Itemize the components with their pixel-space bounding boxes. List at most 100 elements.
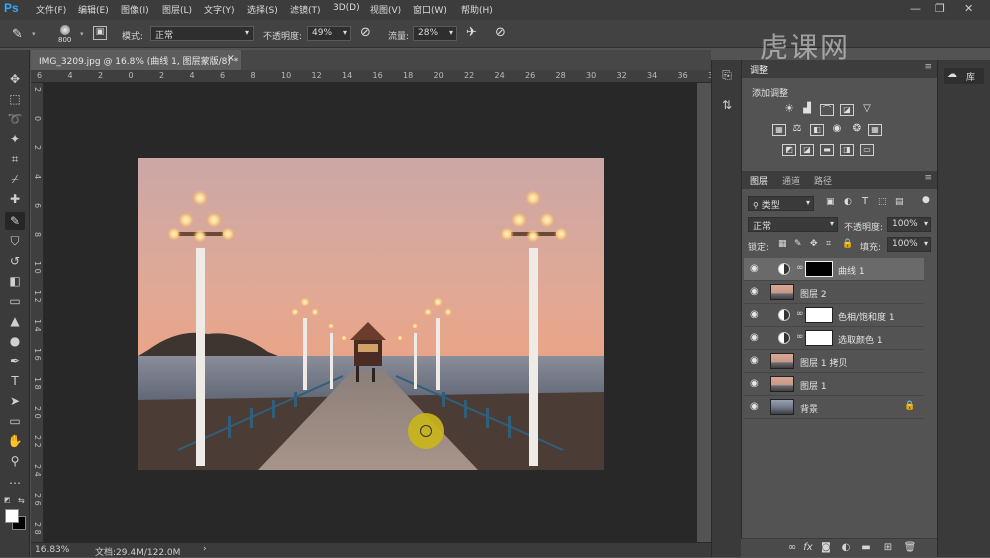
- layer-mask-thumbnail[interactable]: [805, 261, 833, 277]
- pen-tool-icon[interactable]: ✒: [5, 352, 25, 370]
- visibility-eye-icon[interactable]: ◉: [750, 333, 762, 343]
- marquee-tool-icon[interactable]: ⬚: [5, 90, 25, 108]
- fx-icon[interactable]: fx: [801, 542, 815, 554]
- visibility-eye-icon[interactable]: ◉: [750, 356, 762, 366]
- mode-select[interactable]: 正常 ▾: [150, 26, 254, 41]
- history-panel-icon[interactable]: ⎘: [719, 68, 735, 84]
- black-white-icon[interactable]: ◧: [810, 124, 824, 136]
- layer-row[interactable]: ◉ ∞ 色相/饱和度 1: [744, 304, 924, 327]
- trash-icon[interactable]: 🗑: [903, 542, 917, 554]
- tab-layers[interactable]: 图层: [750, 174, 768, 187]
- curves-icon[interactable]: ⌒: [820, 104, 834, 116]
- channel-mixer-icon[interactable]: ❂: [850, 124, 864, 136]
- brush-panel-toggle-icon[interactable]: ▣: [93, 26, 107, 40]
- brightness-icon[interactable]: ☀: [782, 103, 796, 116]
- mask-link-icon[interactable]: ∞: [796, 332, 804, 342]
- layer-thumbnail[interactable]: [770, 284, 794, 300]
- hand-tool-icon[interactable]: ✋: [5, 432, 25, 450]
- link-icon[interactable]: ∞: [785, 542, 799, 554]
- opacity-input[interactable]: 49% ▾: [307, 26, 351, 41]
- type-tool-icon[interactable]: T: [5, 372, 25, 390]
- lock-pixels-icon[interactable]: ✎: [794, 239, 802, 249]
- zoom-level[interactable]: 16.83%: [35, 545, 69, 555]
- restore-button[interactable]: ❐: [935, 2, 945, 15]
- panel-menu-icon[interactable]: ≡: [924, 173, 932, 183]
- magic-wand-icon[interactable]: ✦: [5, 130, 25, 148]
- close-window-button[interactable]: ✕: [964, 2, 973, 15]
- mask-link-icon[interactable]: ∞: [796, 263, 804, 273]
- blur-tool-icon[interactable]: ▲: [5, 312, 25, 330]
- clone-stamp-icon[interactable]: ⛉: [5, 232, 25, 250]
- default-colors-icon[interactable]: ◩: [4, 496, 11, 504]
- adjustment-icon[interactable]: ◐: [839, 542, 853, 554]
- photo-filter-icon[interactable]: ◉: [830, 124, 844, 136]
- filter-adjustment-icon[interactable]: ◐: [844, 197, 852, 207]
- close-tab-icon[interactable]: ×: [227, 53, 235, 64]
- menu-3d[interactable]: 3D(D): [333, 3, 360, 13]
- gradient-map-icon[interactable]: ▭: [860, 144, 874, 156]
- libraries-button[interactable]: ☁ 库: [944, 68, 984, 84]
- document-tab[interactable]: IMG_3209.jpg @ 16.8% (曲线 1, 图层蒙版/8) * ×: [31, 50, 241, 70]
- layer-row[interactable]: ◉ ∞ 曲线 1: [744, 258, 924, 281]
- document-image[interactable]: [138, 158, 604, 470]
- visibility-eye-icon[interactable]: ◉: [750, 287, 762, 297]
- zoom-tool-icon[interactable]: ⚲: [5, 452, 25, 470]
- more-tools-icon[interactable]: ⋯: [5, 474, 25, 492]
- filter-shape-icon[interactable]: ⬚: [878, 197, 887, 207]
- layer-row[interactable]: ◉ ∞ 选取颜色 1: [744, 327, 924, 350]
- lock-position-icon[interactable]: ✥: [810, 239, 818, 249]
- layer-thumbnail[interactable]: [770, 376, 794, 392]
- properties-panel-icon[interactable]: ⇅: [719, 98, 735, 114]
- posterize-icon[interactable]: ◪: [800, 144, 814, 156]
- healing-brush-icon[interactable]: ✚: [5, 190, 25, 208]
- visibility-eye-icon[interactable]: ◉: [750, 402, 762, 412]
- mask-link-icon[interactable]: ∞: [796, 309, 804, 319]
- hue-saturation-icon[interactable]: ▦: [772, 124, 786, 136]
- flow-input[interactable]: 28% ▾: [413, 26, 457, 41]
- layer-mask-thumbnail[interactable]: [805, 307, 833, 323]
- swap-colors-icon[interactable]: ⇆: [18, 496, 25, 505]
- layer-filter-select[interactable]: ⚲ 类型 ▾: [748, 196, 814, 211]
- path-selection-icon[interactable]: ➤: [5, 392, 25, 410]
- folder-icon[interactable]: ▬: [859, 542, 873, 554]
- tab-adjustments[interactable]: 调整: [750, 63, 768, 76]
- exposure-icon[interactable]: ◪: [840, 104, 854, 116]
- dodge-tool-icon[interactable]: ●: [5, 332, 25, 350]
- menu-layer[interactable]: 图层(L): [162, 3, 192, 16]
- mask-icon[interactable]: ◙: [819, 542, 833, 554]
- menu-select[interactable]: 选择(S): [247, 3, 278, 16]
- filter-smart-object-icon[interactable]: ▤: [895, 197, 904, 207]
- minimize-button[interactable]: —: [910, 2, 921, 15]
- tab-paths[interactable]: 路径: [814, 174, 832, 187]
- menu-edit[interactable]: 编辑(E): [78, 3, 109, 16]
- threshold-icon[interactable]: ▬: [820, 144, 834, 156]
- brush-tool-icon[interactable]: ✎: [12, 27, 23, 42]
- panel-menu-icon[interactable]: ≡: [924, 62, 932, 72]
- filter-pixel-icon[interactable]: ▣: [826, 197, 835, 207]
- menu-help[interactable]: 帮助(H): [461, 3, 493, 16]
- color-lookup-icon[interactable]: ▦: [868, 124, 882, 136]
- blend-mode-select[interactable]: 正常 ▾: [748, 217, 838, 232]
- menu-view[interactable]: 视图(V): [370, 3, 401, 16]
- lock-artboard-icon[interactable]: ⌗: [826, 239, 831, 249]
- eraser-icon[interactable]: ◧: [5, 272, 25, 290]
- layer-row[interactable]: ◉ 图层 1 拷贝: [744, 350, 924, 373]
- brush-preset-picker[interactable]: 800: [54, 24, 76, 46]
- menu-type[interactable]: 文字(Y): [204, 3, 235, 16]
- layer-thumbnail[interactable]: [770, 399, 794, 415]
- invert-icon[interactable]: ◩: [782, 144, 796, 156]
- foreground-color-swatch[interactable]: [5, 509, 19, 523]
- filter-type-icon[interactable]: T: [862, 196, 868, 207]
- brush-picker-arrow-icon[interactable]: ▾: [80, 30, 84, 38]
- layer-row[interactable]: ◉ 图层 1: [744, 373, 924, 396]
- menu-window[interactable]: 窗口(W): [413, 3, 447, 16]
- new-layer-icon[interactable]: ⊞: [881, 542, 895, 554]
- layer-row[interactable]: ◉ 图层 2: [744, 281, 924, 304]
- shape-tool-icon[interactable]: ▭: [5, 412, 25, 430]
- selective-color-icon[interactable]: ◨: [840, 144, 854, 156]
- visibility-eye-icon[interactable]: ◉: [750, 264, 762, 274]
- gradient-tool-icon[interactable]: ▭: [5, 292, 25, 310]
- layer-thumbnail[interactable]: [770, 353, 794, 369]
- layer-opacity-input[interactable]: 100% ▾: [887, 217, 931, 232]
- menu-image[interactable]: 图像(I): [121, 3, 149, 16]
